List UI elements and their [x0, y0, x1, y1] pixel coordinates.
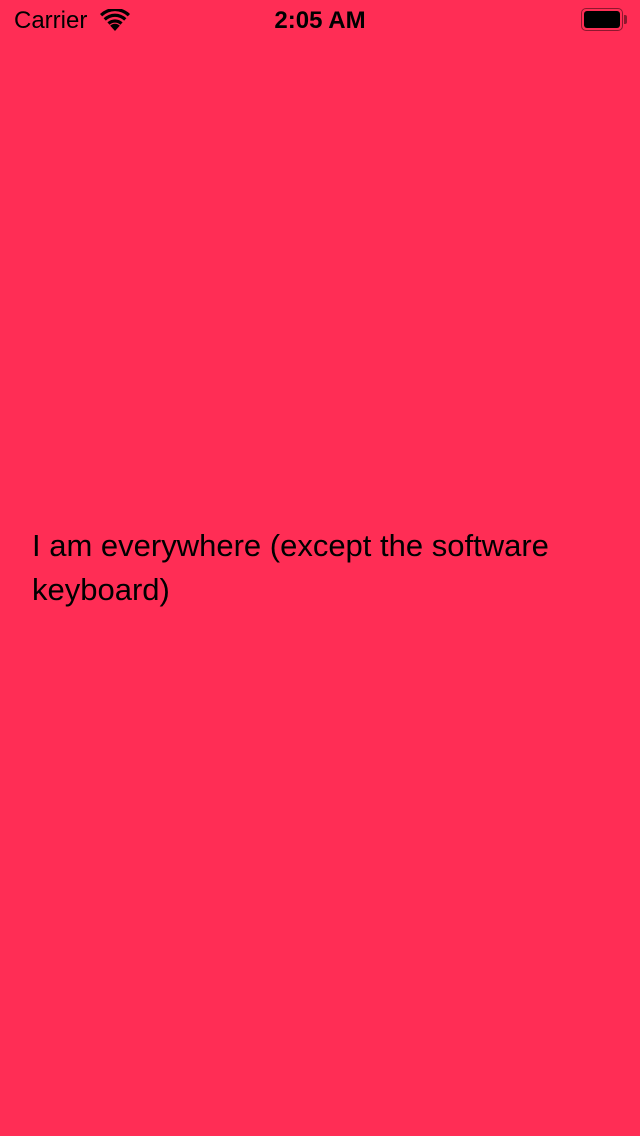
message-text: I am everywhere (except the software key…: [32, 528, 549, 607]
clock: 2:05 AM: [274, 7, 366, 34]
status-bar: Carrier 2:05 AM: [0, 0, 640, 40]
main-content: I am everywhere (except the software key…: [32, 524, 612, 612]
battery-icon: [581, 8, 627, 31]
